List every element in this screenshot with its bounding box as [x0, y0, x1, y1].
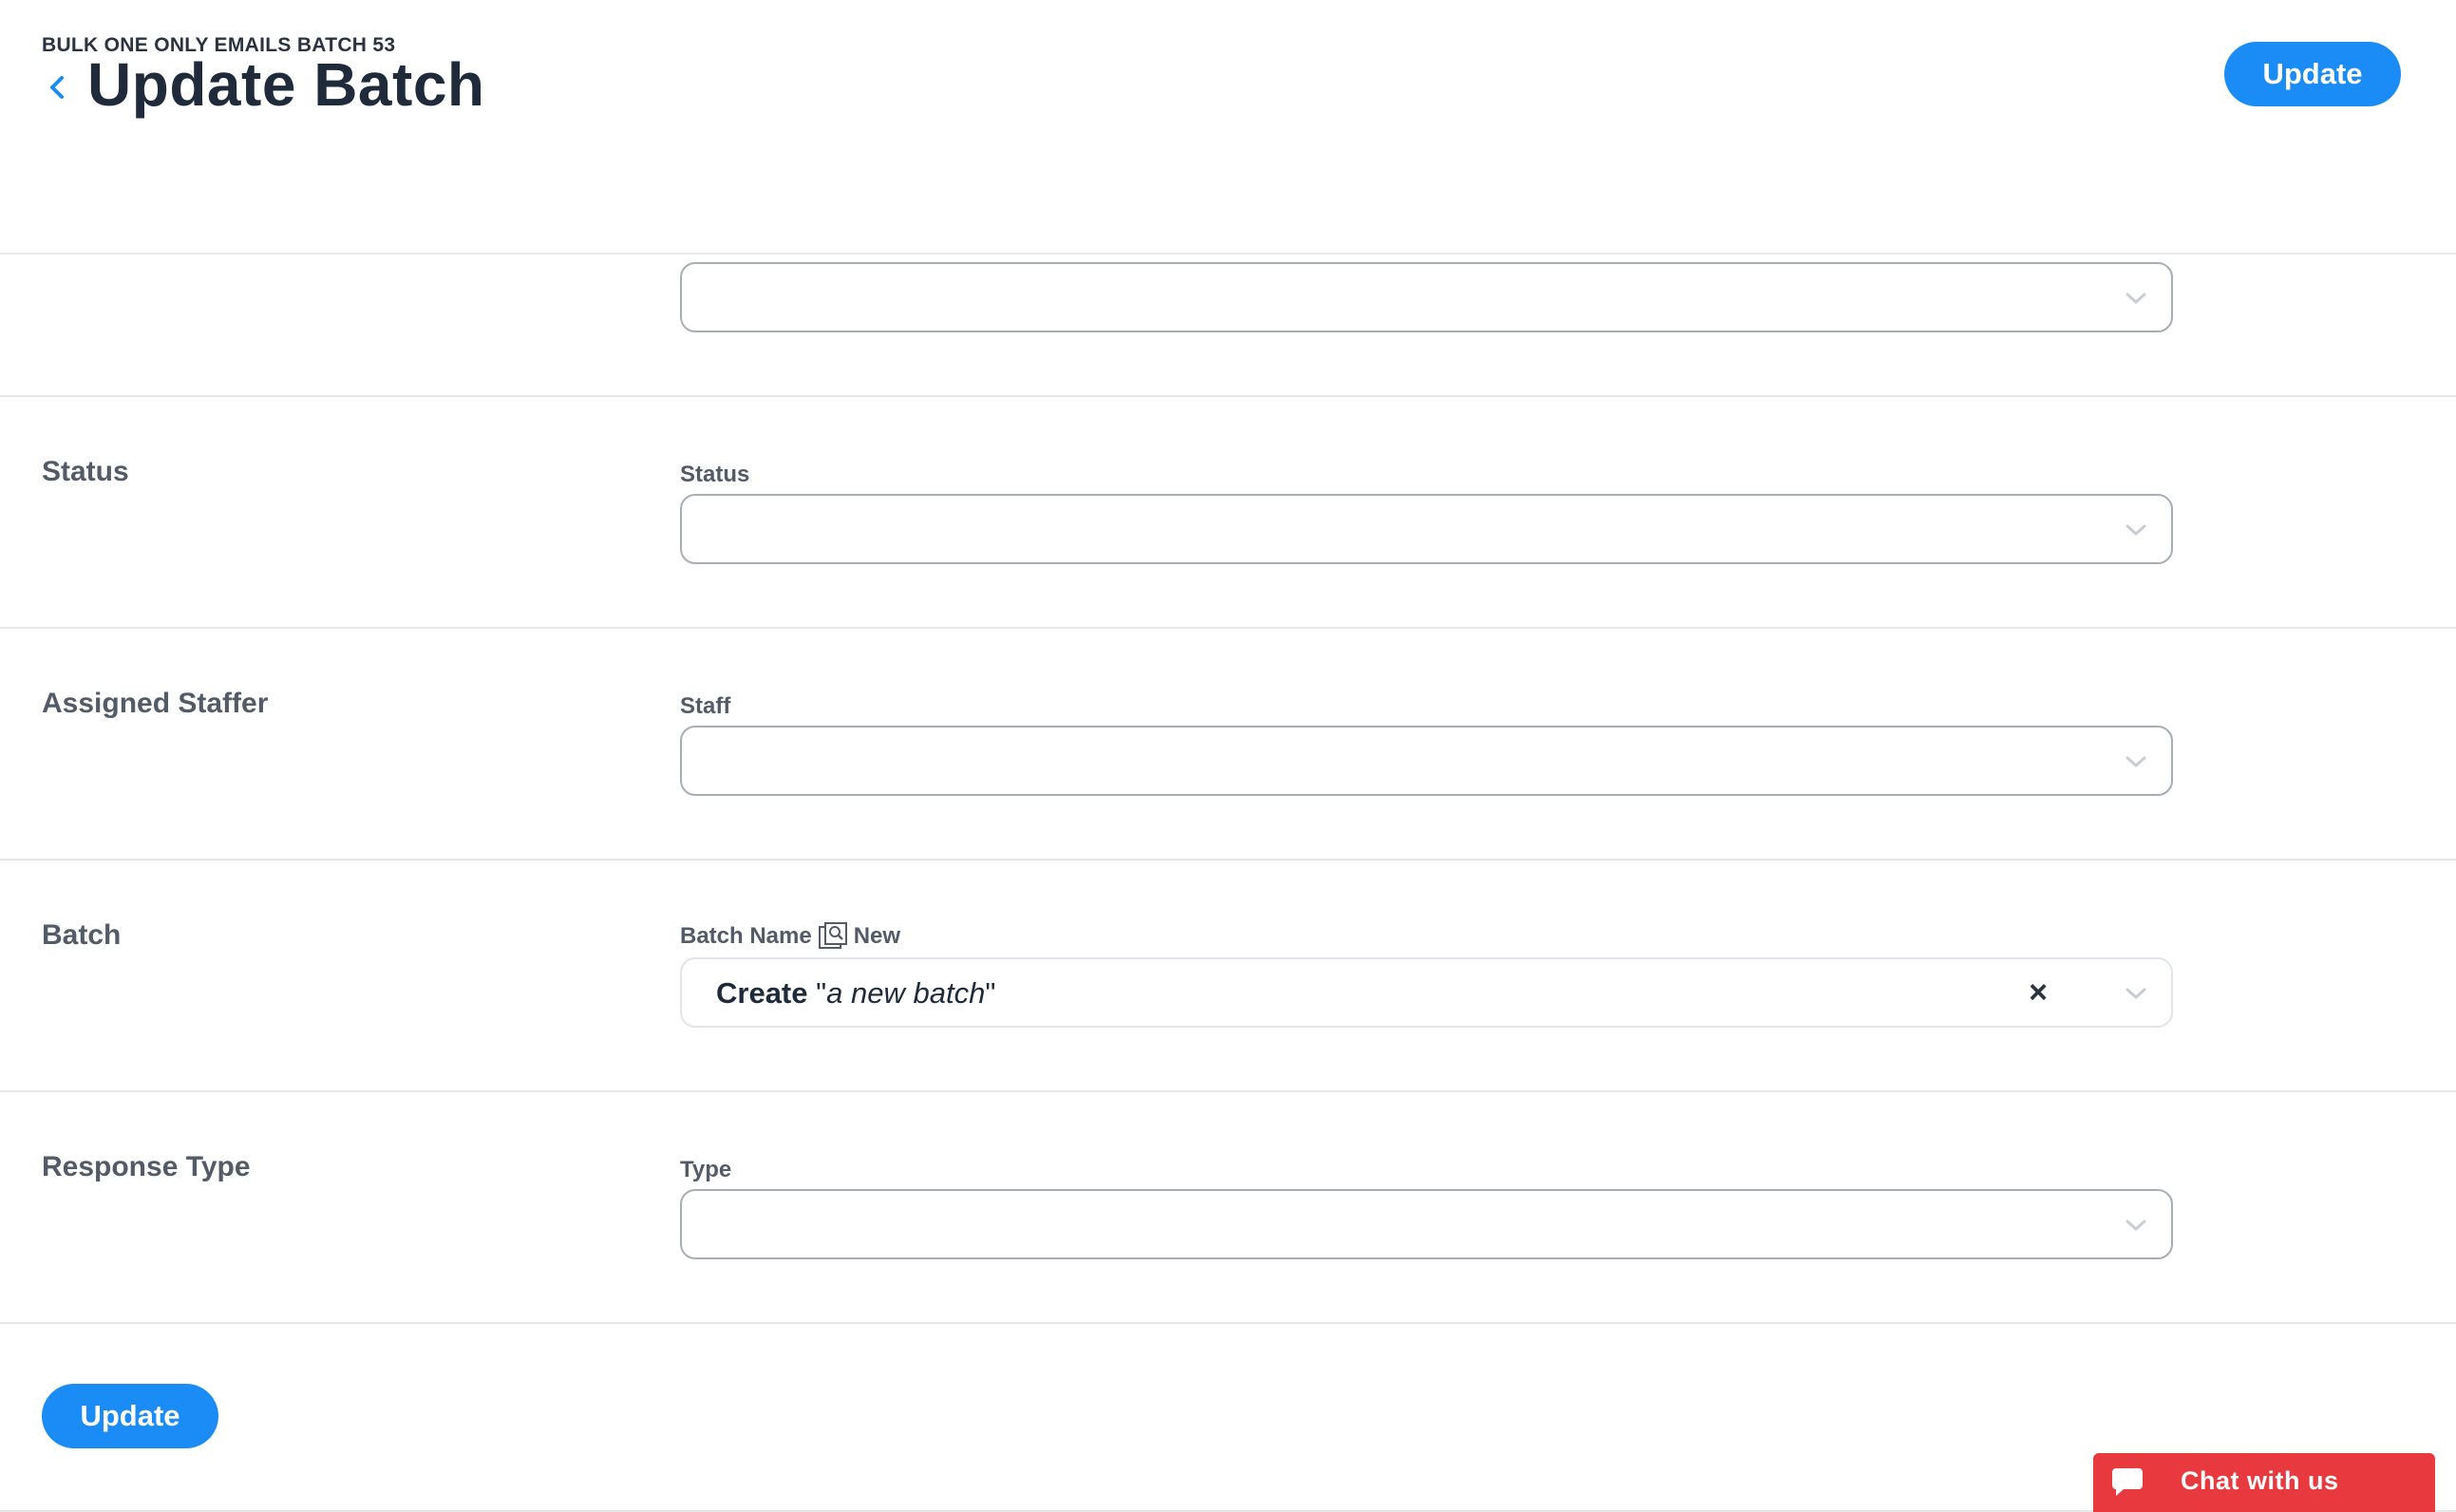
create-label: Create	[716, 976, 808, 1010]
chevron-down-icon	[2125, 1219, 2146, 1232]
new-batch-link[interactable]: New	[854, 923, 900, 950]
type-field-label: Type	[680, 1157, 732, 1182]
staffer-row-label: Assigned Staffer	[42, 688, 269, 719]
back-chevron-icon[interactable]	[38, 68, 76, 106]
status-row-label: Status	[42, 456, 129, 487]
chat-label: Chat with us	[2181, 1466, 2339, 1495]
chat-widget-button[interactable]: Chat with us	[2093, 1453, 2435, 1512]
batch-name-value: Create "a new batch"	[716, 976, 995, 1011]
chat-bubble-icon	[2112, 1468, 2143, 1496]
page-title: Update Batch	[87, 50, 485, 119]
type-select[interactable]	[680, 1189, 2173, 1259]
batch-name-select[interactable]: Create "a new batch" ×	[680, 957, 2173, 1028]
quote-close: "	[985, 976, 996, 1010]
form-row-batch: Batch Batch Name New Create "a new batch…	[0, 860, 2456, 1092]
chevron-down-icon	[2125, 524, 2146, 537]
partial-select[interactable]	[680, 262, 2173, 332]
new-batch-text: a new batch	[826, 976, 986, 1010]
form-row-response-type: Response Type Type	[0, 1092, 2456, 1324]
update-button-bottom[interactable]: Update	[42, 1384, 218, 1448]
page-header: BULK ONE ONLY EMAILS BATCH 53 Update Bat…	[0, 0, 2456, 255]
chevron-down-icon	[2125, 756, 2146, 768]
lookup-icon[interactable]	[818, 921, 848, 952]
clear-icon[interactable]: ×	[2029, 974, 2048, 1011]
form-row-status: Status Status	[0, 397, 2456, 629]
chevron-down-icon	[2125, 988, 2146, 1000]
status-field-label: Status	[680, 462, 750, 487]
staff-select[interactable]	[680, 726, 2173, 796]
staff-field-label: Staff	[680, 693, 731, 719]
update-button-top[interactable]: Update	[2224, 42, 2401, 106]
form-row-partial	[0, 253, 2456, 397]
batch-name-label: Batch Name	[680, 923, 812, 949]
chevron-down-icon	[2125, 293, 2146, 305]
batch-row-label: Batch	[42, 919, 122, 951]
response-type-row-label: Response Type	[42, 1151, 251, 1182]
form-row-staffer: Assigned Staffer Staff	[0, 629, 2456, 860]
status-select[interactable]	[680, 494, 2173, 564]
batch-name-field-label: Batch Name New	[680, 921, 900, 952]
quote-open: "	[816, 976, 827, 1010]
